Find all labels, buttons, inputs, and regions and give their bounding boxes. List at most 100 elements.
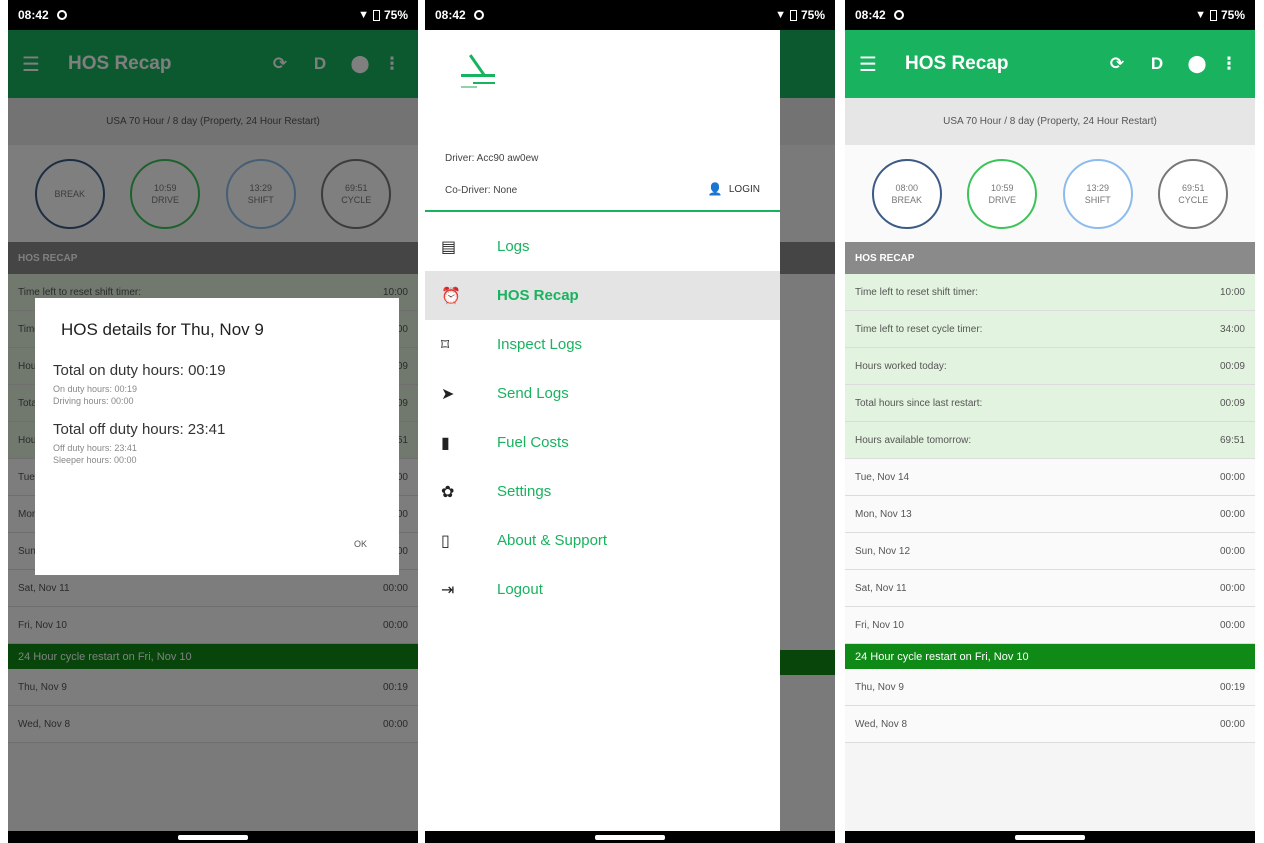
gauge-value: 08:00: [895, 182, 919, 193]
home-pill[interactable]: [1015, 835, 1085, 840]
gauge-label: CYCLE: [1178, 194, 1209, 205]
person-icon: 👤: [707, 182, 723, 196]
gauge-value: 13:29: [1086, 182, 1110, 193]
gauge-shift: 13:29 SHIFT: [1062, 158, 1133, 229]
menu-item-hos-recap[interactable]: ⏰ HOS Recap: [425, 271, 780, 320]
gauge-break: 08:00 BREAK: [871, 158, 942, 229]
fuel-icon: ▮: [441, 434, 450, 452]
menu-item-logout[interactable]: ⇥ Logout: [425, 565, 780, 614]
menu-item-about-support[interactable]: ▯ About & Support: [425, 516, 780, 565]
summary-row: Hours available tomorrow:69:51: [845, 422, 1255, 459]
home-pill[interactable]: [595, 835, 665, 840]
send-icon: ➤: [441, 385, 455, 403]
gauge-label: SHIFT: [1084, 194, 1111, 205]
menu-item-label: Logs: [497, 238, 530, 255]
day-row[interactable]: Wed, Nov 800:00: [845, 706, 1255, 743]
navigation-drawer: Driver: Acc90 aw0ew Co-Driver: None 👤 LO…: [425, 30, 780, 831]
phone-nav-drawer: 08:42 ▼ 75% Driver: Acc90 aw0ew Co-Drive…: [425, 0, 835, 843]
menu-item-label: Settings: [497, 483, 552, 500]
gauge-label: BREAK: [891, 194, 922, 205]
nav-bar: [425, 831, 835, 843]
summary-row: Time left to reset shift timer:10:00: [845, 274, 1255, 311]
drawer-header: Driver: Acc90 aw0ew Co-Driver: None 👤 LO…: [425, 30, 780, 212]
menu-item-send-logs[interactable]: ➤ Send Logs: [425, 369, 780, 418]
hamburger-icon[interactable]: ☰: [859, 52, 895, 77]
ok-button[interactable]: OK: [354, 539, 367, 549]
gauge-row: 08:00 BREAK 10:59 DRIVE 13:29 SHIFT 69:5…: [845, 145, 1255, 242]
day-row[interactable]: Thu, Nov 900:19: [845, 669, 1255, 706]
driver-name: Driver: Acc90 aw0ew: [445, 153, 539, 164]
ruleset-banner: USA 70 Hour / 8 day (Property, 24 Hour R…: [845, 98, 1255, 145]
recap-list: Time left to reset shift timer:10:00 Tim…: [845, 274, 1255, 743]
location-icon[interactable]: ⬤: [1177, 54, 1217, 74]
co-driver-name: Co-Driver: None: [445, 185, 518, 196]
on-duty-total: Total on duty hours: 00:19: [53, 362, 226, 379]
page-title: HOS Recap: [905, 53, 1009, 74]
battery-icon: [789, 9, 797, 21]
status-time: 08:42: [435, 8, 466, 22]
summary-row: Total hours since last restart:00:09: [845, 385, 1255, 422]
battery-level: 75%: [383, 8, 408, 22]
login-button[interactable]: 👤 LOGIN: [708, 182, 760, 196]
menu-item-label: HOS Recap: [497, 287, 579, 304]
battery-icon: [1209, 9, 1217, 21]
refresh-icon[interactable]: ⟳: [1097, 54, 1137, 74]
sleeper-hours: Sleeper hours: 00:00: [53, 455, 137, 465]
menu-item-settings[interactable]: ✿ Settings: [425, 467, 780, 516]
day-row[interactable]: Mon, Nov 1300:00: [845, 496, 1255, 533]
battery-icon: [372, 9, 380, 21]
hos-details-dialog: HOS details for Thu, Nov 9 Total on duty…: [35, 298, 399, 575]
menu-item-label: Logout: [497, 581, 543, 598]
menu-item-inspect-logs[interactable]: ⌑ Inspect Logs: [425, 320, 780, 369]
phone-icon: ▯: [441, 532, 450, 550]
inspect-icon: ⌑: [441, 336, 450, 354]
day-row[interactable]: Sat, Nov 1100:00: [845, 570, 1255, 607]
gauge-cycle: 69:51 CYCLE: [1158, 158, 1229, 229]
on-duty-hours: On duty hours: 00:19: [53, 384, 138, 394]
gauge-label: DRIVE: [988, 194, 1016, 205]
battery-level: 75%: [1220, 8, 1245, 22]
dialog-title: HOS details for Thu, Nov 9: [61, 320, 264, 339]
menu-item-label: Send Logs: [497, 385, 569, 402]
summary-row: Time left to reset cycle timer:34:00: [845, 311, 1255, 348]
gauge-value: 69:51: [1181, 182, 1205, 193]
day-row[interactable]: Fri, Nov 1000:00: [845, 607, 1255, 644]
logout-icon: ⇥: [441, 581, 455, 599]
menu-item-fuel-costs[interactable]: ▮ Fuel Costs: [425, 418, 780, 467]
sync-status-icon: [893, 10, 904, 20]
off-duty-total: Total off duty hours: 23:41: [53, 421, 226, 438]
drawer-menu: ▤ Logs ⏰ HOS Recap ⌑ Inspect Logs ➤ Send…: [425, 222, 780, 614]
status-bar: 08:42 ▼ 75%: [8, 0, 418, 30]
day-row[interactable]: Sun, Nov 1200:00: [845, 533, 1255, 570]
sync-status-icon: [56, 10, 67, 20]
driving-hours: Driving hours: 00:00: [53, 396, 134, 406]
duty-status-button[interactable]: D: [1137, 54, 1177, 74]
status-time: 08:42: [855, 8, 886, 22]
logs-icon: ▤: [441, 238, 457, 256]
gauge-drive: 10:59 DRIVE: [967, 158, 1038, 229]
sync-status-icon: [473, 10, 484, 20]
more-vert-icon[interactable]: ⋮: [1217, 54, 1241, 74]
wifi-icon: ▼: [775, 9, 786, 21]
gauge-value: 10:59: [990, 182, 1014, 193]
alarm-icon: ⏰: [441, 287, 461, 305]
battery-level: 75%: [800, 8, 825, 22]
restart-banner: 24 Hour cycle restart on Fri, Nov 10: [845, 644, 1255, 669]
home-pill[interactable]: [178, 835, 248, 840]
menu-item-label: About & Support: [497, 532, 608, 549]
nav-bar: [845, 831, 1255, 843]
phone-hos-dialog: 08:42 ▼ 75% ☰ HOS Recap ⟳ D ⬤ ⋮ USA 70 H…: [8, 0, 418, 843]
menu-item-label: Inspect Logs: [497, 336, 583, 353]
wifi-icon: ▼: [358, 9, 369, 21]
off-duty-hours: Off duty hours: 23:41: [53, 443, 137, 453]
nav-bar: [8, 831, 418, 843]
phone-hos-recap: 08:42 ▼ 75% ☰ HOS Recap ⟳ D ⬤ ⋮ USA 70 H…: [845, 0, 1255, 843]
day-row[interactable]: Tue, Nov 1400:00: [845, 459, 1255, 496]
wifi-icon: ▼: [1195, 9, 1206, 21]
status-bar: 08:42 ▼ 75%: [845, 0, 1255, 30]
app-logo-icon: [455, 52, 501, 92]
status-bar: 08:42 ▼ 75%: [425, 0, 835, 30]
menu-item-logs[interactable]: ▤ Logs: [425, 222, 780, 271]
drawer-scrim[interactable]: [780, 30, 835, 831]
settings-icon: ✿: [441, 483, 455, 501]
